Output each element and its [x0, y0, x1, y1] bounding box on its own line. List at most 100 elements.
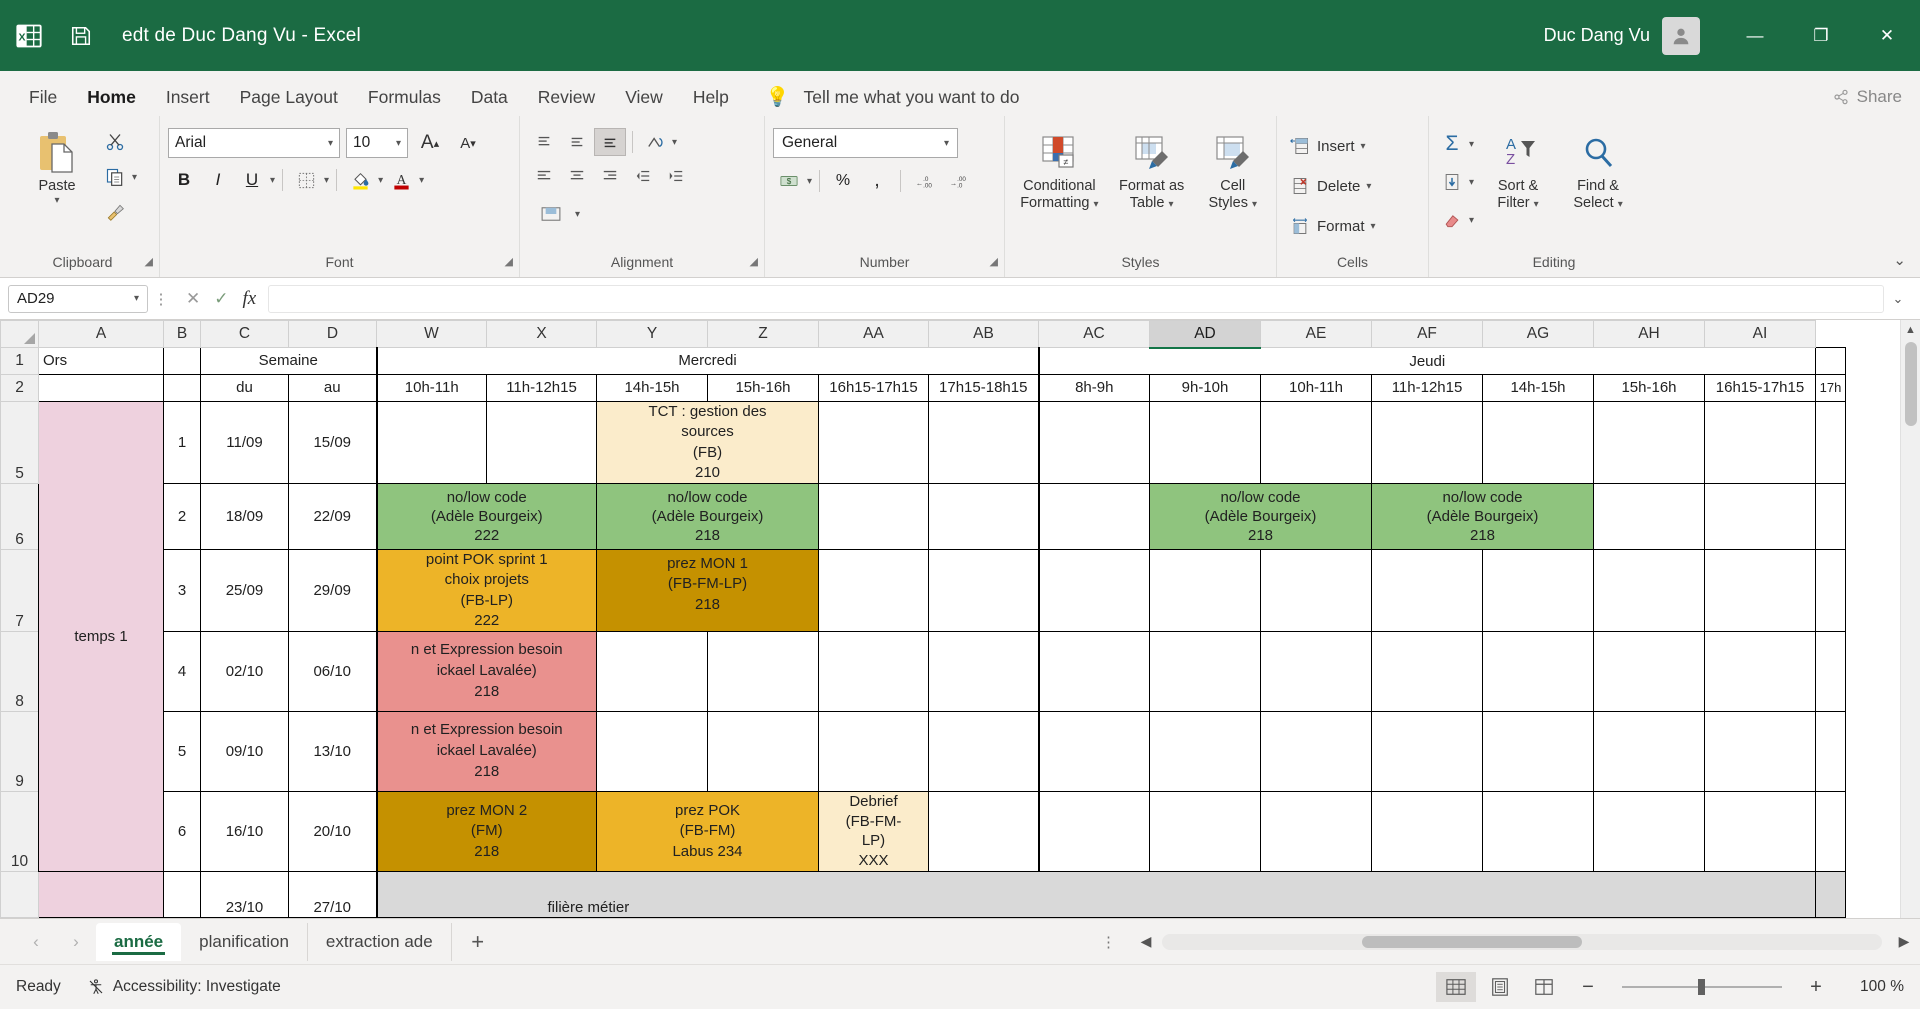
cell-AJ10[interactable]	[1815, 791, 1846, 872]
cell-AH7[interactable]	[1593, 549, 1705, 632]
accounting-chevron-down-icon[interactable]: ▾	[807, 176, 812, 187]
collapse-ribbon-button[interactable]: ⌄	[1893, 251, 1906, 269]
number-dialog-launcher-icon[interactable]: ◢	[990, 251, 998, 273]
font-name-combobox[interactable]: Arial ▾	[168, 128, 340, 158]
borders-chevron-down-icon[interactable]: ▾	[324, 175, 329, 186]
cell-AG10[interactable]	[1482, 791, 1594, 872]
alignment-dialog-launcher-icon[interactable]: ◢	[750, 251, 758, 273]
cell-D2-au[interactable]: au	[288, 374, 377, 402]
find-select-chevron-down-icon[interactable]: ▾	[1618, 199, 1623, 210]
col-header-AF[interactable]: AF	[1371, 320, 1483, 348]
increase-indent-button[interactable]	[660, 162, 692, 190]
cell-D5-au[interactable]: 15/09	[288, 401, 377, 484]
col-header-Z[interactable]: Z	[707, 320, 819, 348]
col-header-AE[interactable]: AE	[1260, 320, 1372, 348]
cell-D6-au[interactable]: 22/09	[288, 483, 377, 550]
cell-AC8[interactable]	[1037, 631, 1150, 712]
autosum-chevron-down-icon[interactable]: ▾	[1469, 139, 1474, 150]
cell-W9-expression[interactable]: n et Expression besoin ickael Lavalée) 2…	[375, 711, 597, 792]
row-header-1[interactable]: 1	[0, 347, 39, 375]
decrease-decimal-button[interactable]: → .00.0	[942, 166, 974, 196]
cell-AD9[interactable]	[1149, 711, 1261, 792]
find-select-button[interactable]: Find & Select ▾	[1558, 122, 1638, 211]
col-header-AA[interactable]: AA	[818, 320, 929, 348]
row-header-6[interactable]: 6	[0, 483, 39, 550]
cell-AJ2-slot[interactable]: 17h	[1815, 374, 1846, 402]
insert-function-icon[interactable]: fx	[243, 288, 257, 310]
tab-insert[interactable]: Insert	[151, 78, 225, 116]
shrink-font-button[interactable]: A ▾	[452, 128, 484, 158]
col-header-W[interactable]: W	[376, 320, 487, 348]
cell-W11-filiere[interactable]: filière métier	[375, 871, 1816, 918]
cell-A2[interactable]	[38, 374, 164, 402]
cancel-icon[interactable]: ✕	[186, 289, 200, 309]
cell-W10-prez-mon2[interactable]: prez MON 2 (FM) 218	[375, 791, 597, 872]
number-format-chevron-down-icon[interactable]: ▾	[944, 138, 949, 149]
scroll-up-icon[interactable]: ▲	[1901, 320, 1920, 340]
tab-data[interactable]: Data	[456, 78, 523, 116]
cell-Y2-slot[interactable]: 14h-15h	[596, 374, 708, 402]
cell-AF5[interactable]	[1371, 401, 1483, 484]
cell-AH8[interactable]	[1593, 631, 1705, 712]
paste-chevron-down-icon[interactable]: ▾	[54, 195, 59, 206]
cell-Z9[interactable]	[707, 711, 819, 792]
cell-AA7[interactable]	[818, 549, 929, 632]
tab-page-layout[interactable]: Page Layout	[225, 78, 353, 116]
cell-AD5[interactable]	[1149, 401, 1261, 484]
font-color-button[interactable]: A	[385, 165, 417, 195]
percent-style-button[interactable]: %	[827, 166, 859, 196]
save-icon[interactable]	[58, 25, 104, 47]
font-size-combobox[interactable]: 10 ▾	[346, 128, 408, 158]
col-header-D[interactable]: D	[288, 320, 377, 348]
next-sheet-icon[interactable]: ›	[56, 923, 96, 961]
cell-C5-du[interactable]: 11/09	[200, 401, 289, 484]
cell-AI5[interactable]	[1704, 401, 1816, 484]
orientation-button[interactable]	[639, 128, 671, 156]
cell-AJ11[interactable]	[1815, 871, 1846, 918]
cell-AG2-slot[interactable]: 14h-15h	[1482, 374, 1594, 402]
cell-AE9[interactable]	[1260, 711, 1372, 792]
cell-D10-au[interactable]: 20/10	[288, 791, 377, 872]
cell-AC1-jeudi[interactable]: Jeudi	[1037, 347, 1816, 375]
delete-cells-button[interactable]: Delete ▾	[1285, 170, 1380, 202]
cell-C6-du[interactable]: 18/09	[200, 483, 289, 550]
cell-AF10[interactable]	[1371, 791, 1483, 872]
bold-button[interactable]: B	[168, 165, 200, 195]
cell-AE10[interactable]	[1260, 791, 1372, 872]
zoom-in-button[interactable]: +	[1796, 972, 1836, 1002]
cell-A1[interactable]: Ors	[38, 347, 164, 375]
minimize-button[interactable]: —	[1722, 0, 1788, 71]
align-top-button[interactable]	[528, 128, 560, 156]
cell-AA5[interactable]	[818, 401, 929, 484]
col-header-AD[interactable]: AD	[1149, 320, 1261, 349]
cell-D11-au[interactable]: 27/10	[288, 871, 377, 918]
cell-AD8[interactable]	[1149, 631, 1261, 712]
font-dialog-launcher-icon[interactable]: ◢	[505, 251, 513, 273]
sheet-tab-planification[interactable]: planification	[181, 922, 308, 961]
zoom-level-label[interactable]: 100 %	[1840, 978, 1904, 996]
cell-AC5[interactable]	[1037, 401, 1150, 484]
cell-AB8[interactable]	[928, 631, 1039, 712]
cell-AI8[interactable]	[1704, 631, 1816, 712]
cell-styles-button[interactable]: Cell Styles ▾	[1198, 122, 1268, 211]
align-middle-button[interactable]	[561, 128, 593, 156]
format-cells-button[interactable]: Format ▾	[1285, 210, 1380, 242]
align-left-button[interactable]	[528, 162, 560, 190]
grow-font-button[interactable]: A ▴	[414, 128, 446, 158]
cell-A11[interactable]	[38, 871, 164, 918]
zoom-slider[interactable]	[1622, 979, 1782, 995]
font-name-chevron-down-icon[interactable]: ▾	[328, 138, 333, 149]
copy-chevron-down-icon[interactable]: ▾	[132, 172, 137, 183]
cell-B7-week-num[interactable]: 3	[163, 549, 201, 632]
cell-AI6[interactable]	[1704, 483, 1816, 550]
cell-AH2-slot[interactable]: 15h-16h	[1593, 374, 1705, 402]
cell-AC9[interactable]	[1037, 711, 1150, 792]
cell-D8-au[interactable]: 06/10	[288, 631, 377, 712]
accounting-format-button[interactable]: $	[773, 166, 805, 196]
align-right-button[interactable]	[594, 162, 626, 190]
previous-sheet-icon[interactable]: ‹	[16, 923, 56, 961]
tell-me-box[interactable]: 💡 Tell me what you want to do	[766, 78, 1020, 116]
cell-C7-du[interactable]: 25/09	[200, 549, 289, 632]
row-header-2[interactable]: 2	[0, 374, 39, 402]
cell-Y10-prez-pok[interactable]: prez POK (FB-FM) Labus 234	[596, 791, 819, 872]
